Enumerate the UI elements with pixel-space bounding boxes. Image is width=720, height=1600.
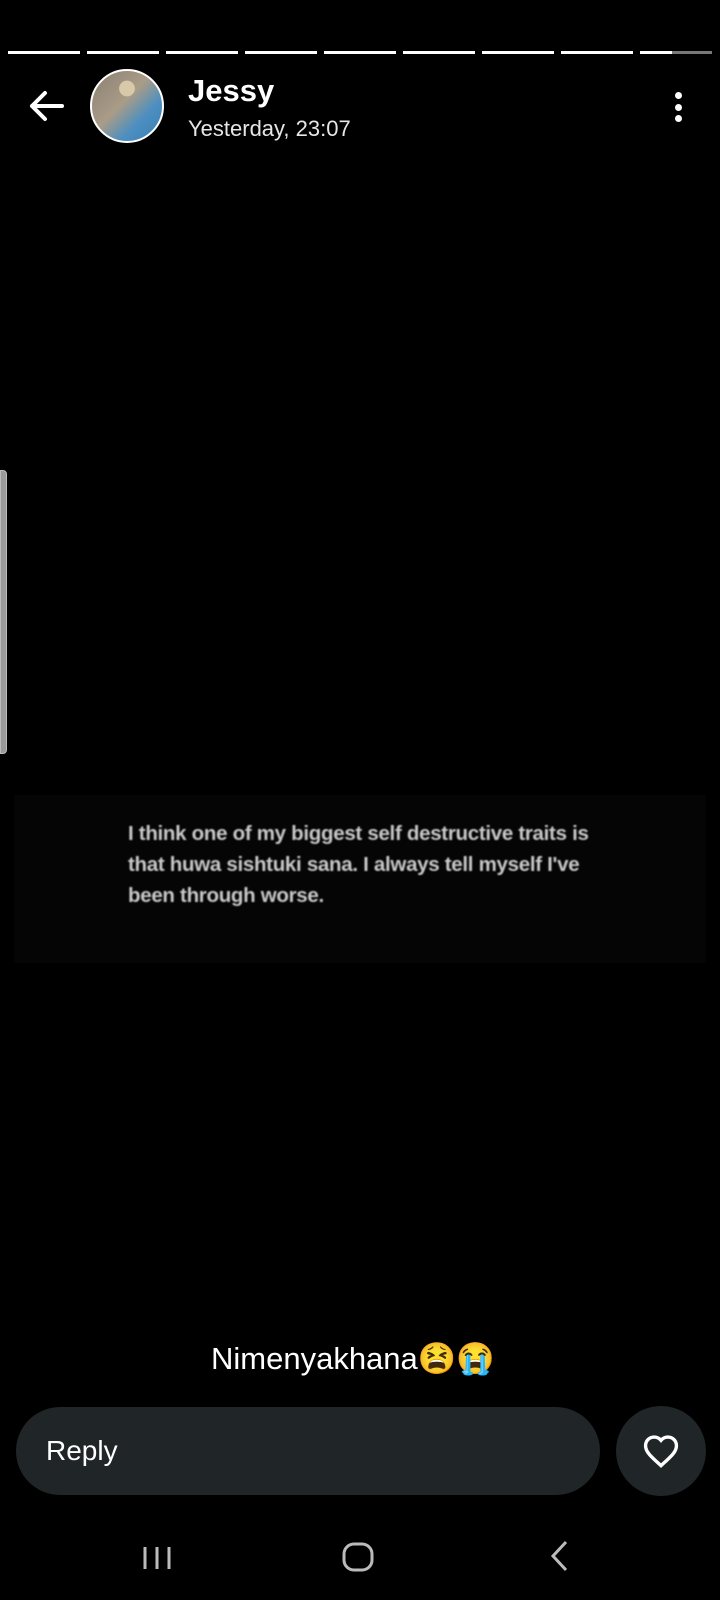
like-button[interactable] — [616, 1406, 706, 1496]
more-options-icon[interactable] — [668, 90, 688, 124]
progress-segment — [561, 51, 633, 54]
progress-segment-fill — [561, 51, 633, 54]
progress-segment-fill — [8, 51, 80, 54]
progress-segment-fill — [324, 51, 396, 54]
user-name[interactable]: Jessy — [188, 73, 274, 109]
progress-segment — [640, 51, 712, 54]
progress-segment-fill — [166, 51, 238, 54]
heart-outline-icon — [643, 1435, 679, 1468]
reply-input[interactable]: Reply — [16, 1407, 600, 1495]
progress-segment — [8, 51, 80, 54]
story-image-text: I think one of my biggest self destructi… — [128, 822, 589, 907]
home-icon[interactable] — [340, 1535, 376, 1575]
progress-segment — [166, 51, 238, 54]
progress-segment — [87, 51, 159, 54]
progress-segment-fill — [403, 51, 475, 54]
story-timestamp: Yesterday, 23:07 — [188, 116, 351, 141]
edge-panel-handle[interactable] — [0, 470, 7, 754]
progress-segment — [403, 51, 475, 54]
progress-segment-fill — [640, 51, 673, 54]
progress-segment — [324, 51, 396, 54]
reply-placeholder: Reply — [46, 1435, 118, 1466]
avatar[interactable] — [90, 69, 164, 143]
system-back-icon[interactable] — [548, 1535, 572, 1575]
progress-segment — [482, 51, 554, 54]
progress-segment — [245, 51, 317, 54]
progress-segment-fill — [245, 51, 317, 54]
progress-segment-fill — [87, 51, 159, 54]
story-progress-bar — [8, 51, 712, 54]
progress-segment-fill — [482, 51, 554, 54]
recent-apps-icon[interactable] — [140, 1535, 174, 1575]
back-arrow-icon[interactable] — [26, 88, 66, 124]
story-caption: Nimenyakhana😫😭 — [211, 1341, 495, 1376]
